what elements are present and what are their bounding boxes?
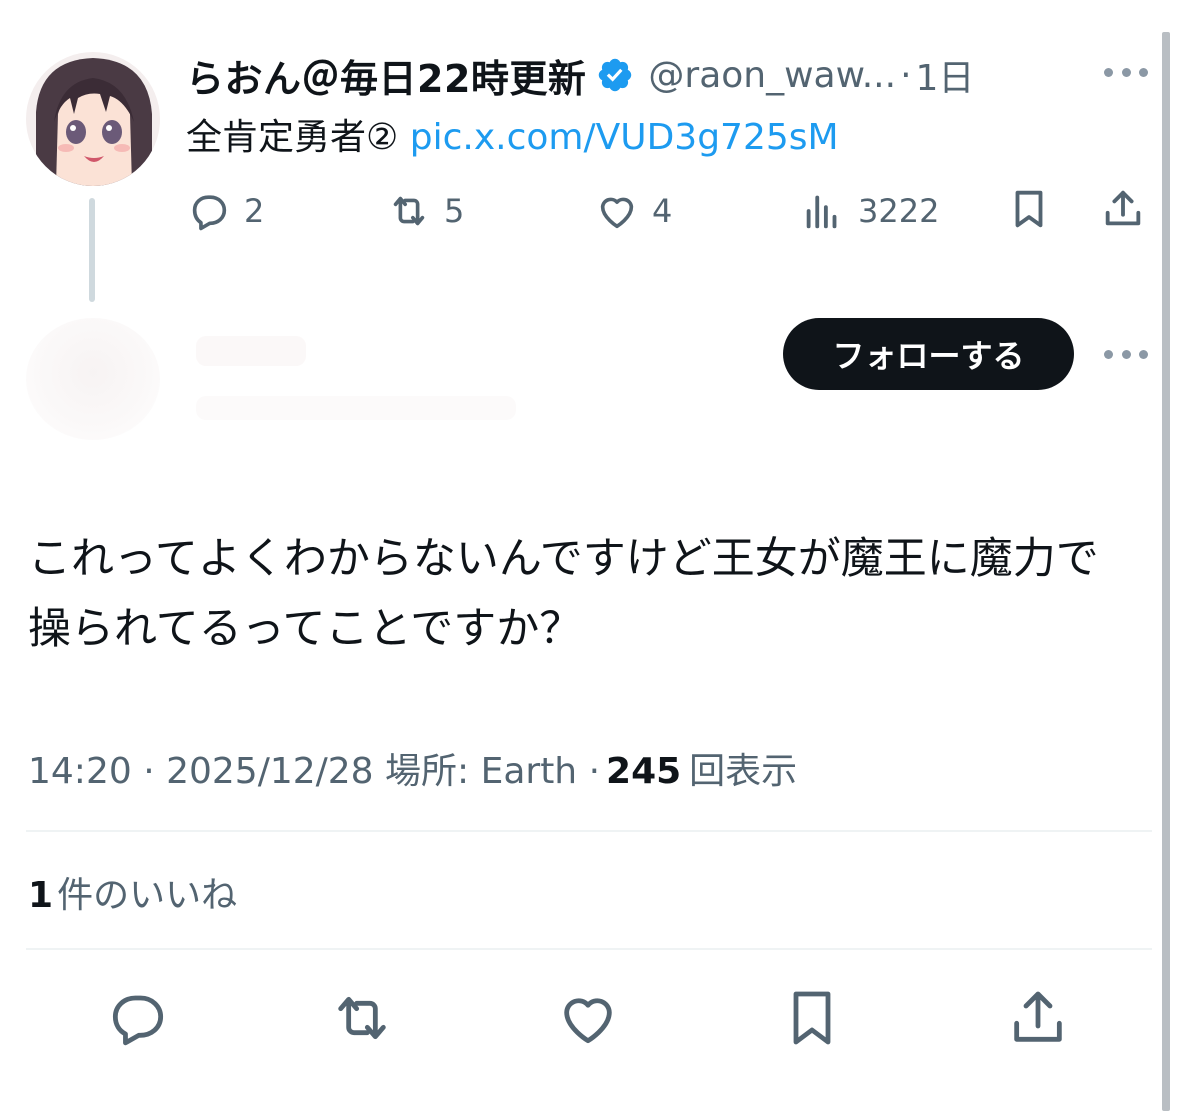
reply-author-name-hidden (196, 336, 306, 366)
parent-author-avatar[interactable] (26, 52, 160, 186)
bookmark-icon (1015, 190, 1043, 228)
divider (26, 830, 1152, 832)
parent-tweet-text: 全肯定勇者② pic.x.com/VUD3g725sM (186, 108, 839, 160)
reply-icon (192, 195, 227, 231)
verified-badge-icon (599, 58, 632, 92)
reply-more-options-icon[interactable] (1104, 344, 1148, 364)
parent-retweet-button[interactable]: 5 (386, 188, 464, 234)
scrollbar[interactable] (1162, 32, 1170, 1111)
tweet-meta: 14:20 · 2025/12/28 場所: Earth · 245 回表示 (28, 742, 797, 794)
analytics-icon (806, 195, 837, 229)
parent-tweet-header: らおん＠毎日22時更新 @raon_waw... · 1日 (186, 48, 975, 103)
parent-tweet-link[interactable]: pic.x.com/VUD3g725sM (410, 117, 839, 158)
like-button[interactable] (556, 986, 620, 1050)
parent-tweet-time[interactable]: 1日 (916, 49, 975, 101)
views-label: 回表示 (689, 751, 798, 792)
heart-icon (564, 998, 612, 1044)
parent-views-count: 3222 (858, 192, 940, 230)
parent-share-button[interactable] (1100, 186, 1146, 232)
parent-reply-count: 2 (244, 192, 265, 230)
likes-count: 1 (28, 875, 54, 916)
parent-views-button[interactable]: 3222 (800, 188, 939, 234)
likes-label: 件のいいね (57, 875, 238, 916)
bookmark-button[interactable] (780, 986, 844, 1050)
reply-tweet-text: これってよくわからないんですけど王女が魔王に魔力で操られてるってことですか？ (28, 534, 1099, 654)
reply-button[interactable] (106, 986, 170, 1050)
parent-tweet-body: 全肯定勇者② (186, 117, 399, 158)
parent-like-button[interactable]: 4 (594, 188, 672, 234)
heart-icon (600, 197, 634, 229)
parent-author-handle[interactable]: @raon_waw... (648, 55, 896, 96)
views-count: 245 (606, 751, 682, 792)
parent-reply-button[interactable]: 2 (186, 188, 264, 234)
divider (26, 948, 1152, 950)
follow-button[interactable]: フォローする (783, 318, 1074, 390)
retweet-icon (338, 996, 386, 1040)
share-icon (1105, 190, 1141, 226)
share-icon (1014, 991, 1062, 1042)
parent-retweet-count: 5 (444, 192, 465, 230)
tweet-timestamp-location[interactable]: 14:20 · 2025/12/28 場所: Earth · (28, 742, 600, 794)
reply-author-handle-hidden (196, 396, 516, 420)
reply-icon (112, 995, 164, 1046)
share-button[interactable] (1006, 986, 1070, 1050)
reply-author-avatar[interactable] (26, 318, 160, 440)
thread-connector-line (89, 198, 95, 302)
retweet-button[interactable] (330, 986, 394, 1050)
parent-author-name[interactable]: らおん＠毎日22時更新 (186, 48, 586, 103)
separator-dot: · (900, 54, 912, 96)
likes-summary[interactable]: 1 件のいいね (28, 866, 237, 918)
parent-like-count: 4 (652, 192, 673, 230)
parent-more-options-icon[interactable] (1104, 62, 1148, 82)
parent-bookmark-button[interactable] (1006, 186, 1052, 232)
retweet-icon (393, 196, 425, 226)
bookmark-icon (793, 991, 831, 1045)
